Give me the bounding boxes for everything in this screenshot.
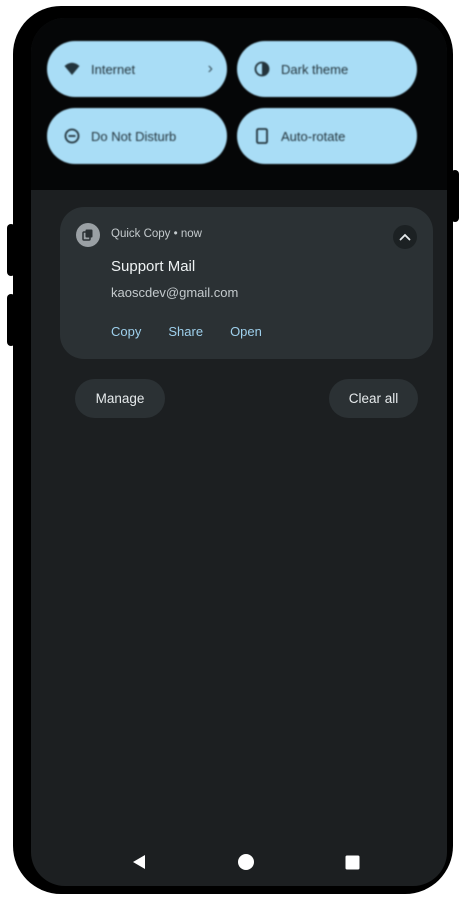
open-action-button[interactable]: Open — [230, 324, 262, 339]
recents-icon — [345, 855, 359, 869]
screen: Internet › Dark theme Do Not Disturb Aut… — [31, 18, 447, 886]
collapse-button[interactable] — [393, 225, 417, 249]
clear-all-button[interactable]: Clear all — [329, 379, 418, 418]
share-action-button[interactable]: Share — [168, 324, 203, 339]
phone-rotate-icon — [253, 127, 271, 145]
manage-button[interactable]: Manage — [75, 379, 165, 418]
notification-actions: Copy Share Open — [111, 324, 289, 339]
tile-do-not-disturb[interactable]: Do Not Disturb — [47, 108, 227, 164]
tile-label: Internet — [91, 61, 136, 77]
app-name: Quick Copy — [111, 228, 171, 240]
copy-action-button[interactable]: Copy — [111, 324, 141, 339]
chevron-right-icon: › — [207, 60, 213, 77]
quick-settings-panel: Internet › Dark theme Do Not Disturb Aut… — [31, 18, 447, 190]
tile-label: Do Not Disturb — [91, 128, 177, 144]
phone-frame: Internet › Dark theme Do Not Disturb Aut… — [7, 6, 459, 894]
wifi-icon — [63, 60, 81, 78]
do-not-disturb-icon — [63, 127, 81, 145]
notification-header: Quick Copy • now — [111, 228, 202, 240]
volume-up-button — [7, 224, 15, 276]
volume-down-button — [7, 294, 15, 346]
power-button — [451, 170, 459, 222]
notification-text: kaoscdev@gmail.com — [111, 285, 239, 300]
tile-internet[interactable]: Internet › — [47, 41, 227, 97]
recents-button[interactable] — [342, 852, 362, 872]
notification-time: now — [180, 228, 202, 240]
tile-label: Dark theme — [281, 61, 349, 77]
navigation-bar — [31, 842, 447, 886]
tile-dark-theme[interactable]: Dark theme — [237, 41, 417, 97]
chevron-up-icon — [399, 233, 411, 241]
half-circle-icon — [253, 60, 271, 78]
notification-title: Support Mail — [111, 258, 196, 275]
tile-label: Auto-rotate — [281, 128, 346, 144]
quick-copy-app-icon — [76, 223, 100, 247]
header-separator: • — [173, 228, 178, 240]
tile-auto-rotate[interactable]: Auto-rotate — [237, 108, 417, 164]
home-button[interactable] — [236, 852, 256, 872]
back-button[interactable] — [129, 852, 149, 872]
home-icon — [238, 854, 254, 870]
notification-card[interactable]: Quick Copy • now Support Mail kaoscdev@g… — [60, 207, 433, 359]
back-icon — [133, 855, 145, 869]
